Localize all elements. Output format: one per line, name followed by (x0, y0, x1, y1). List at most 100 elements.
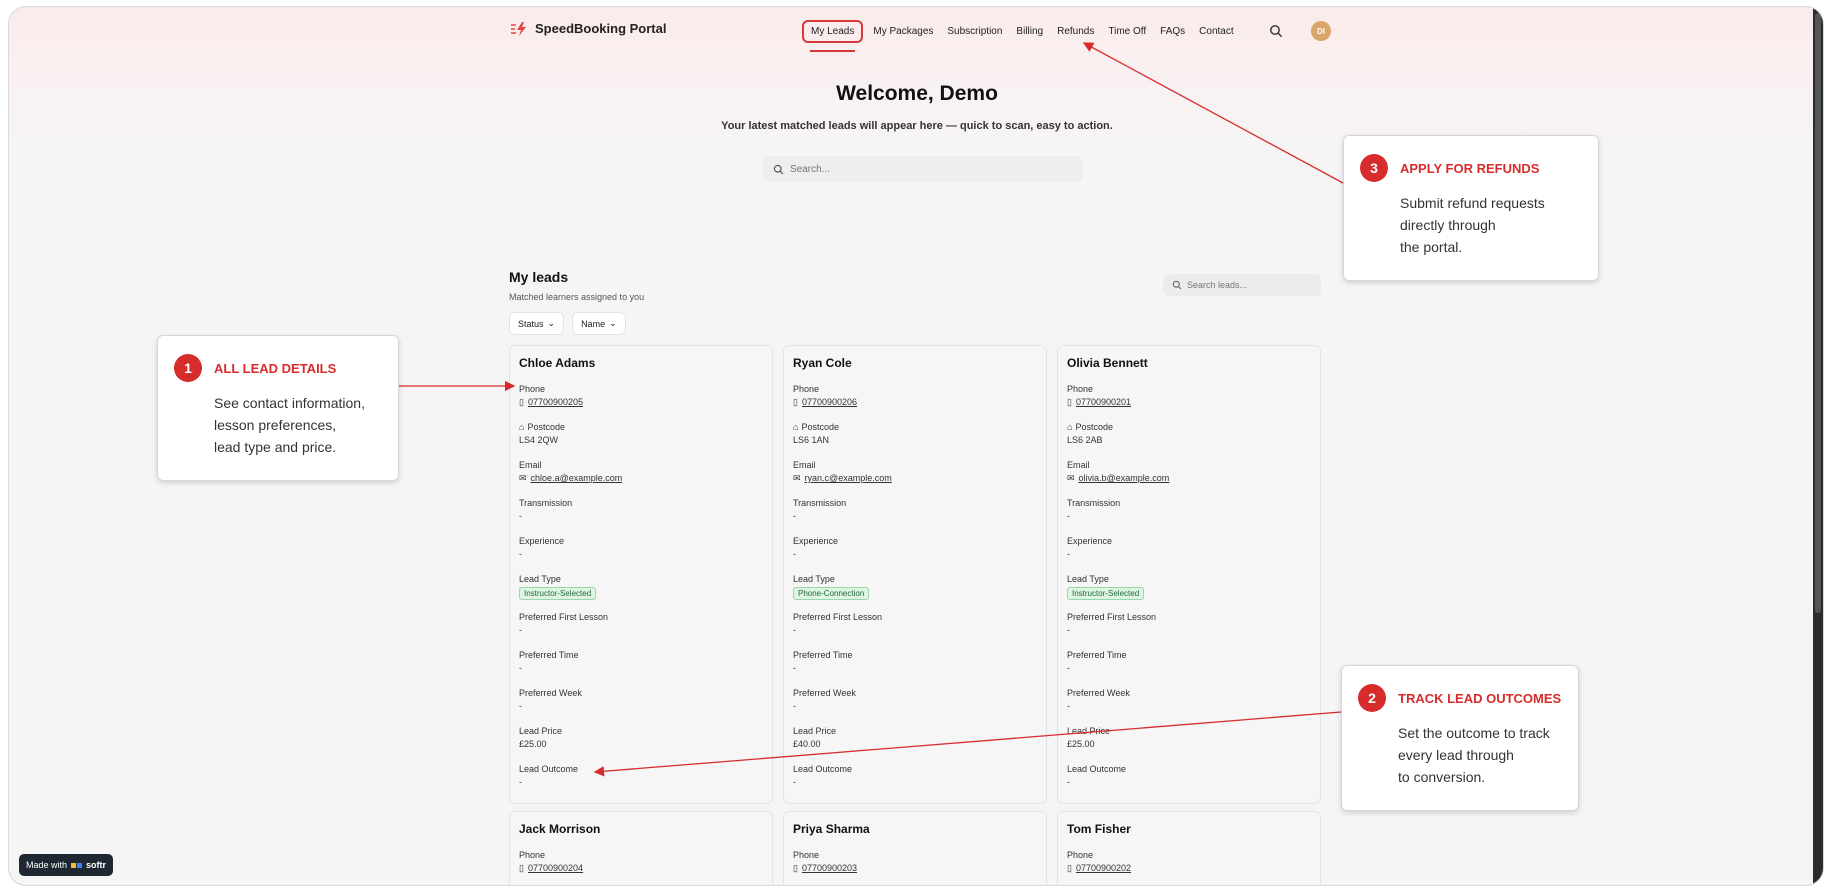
field-label: Preferred Time (793, 650, 853, 660)
phone-value[interactable]: ▯ 07700900204 (519, 863, 763, 885)
email-value[interactable]: ✉ ryan.c@example.com (793, 473, 1037, 495)
brand-logo[interactable]: SpeedBooking Portal (511, 21, 666, 36)
nav-billing[interactable]: Billing (1010, 21, 1049, 42)
leads-search-input[interactable] (1187, 280, 1307, 290)
lead-card[interactable]: Chloe Adams Phone ▯ 07700900205 ⌂ Postcode… (509, 345, 773, 804)
email-link[interactable]: ryan.c@example.com (805, 473, 892, 483)
postcode-value: LS6 2AB (1067, 435, 1103, 445)
callout-line: directly through (1400, 217, 1496, 233)
made-with-softr-badge[interactable]: Made with softr (19, 854, 114, 876)
first-lesson-value: - (519, 625, 522, 635)
phone-link[interactable]: 07700900205 (528, 397, 583, 407)
field-label: Lead Price (1067, 726, 1111, 736)
lead-name: Ryan Cole (793, 356, 852, 370)
lead-card[interactable]: Olivia Bennett Phone ▯ 07700900201 ⌂ Postc… (1057, 345, 1321, 804)
phone-link[interactable]: 07700900204 (528, 863, 583, 873)
home-icon: ⌂ (519, 422, 525, 432)
field-label: Phone (519, 384, 546, 394)
field-label: Preferred Week (1067, 688, 1130, 698)
mail-icon: ✉ (519, 473, 527, 483)
field-label: Lead Type (519, 574, 561, 584)
outcome-value[interactable]: - (519, 777, 763, 799)
phone-icon: ▯ (519, 863, 524, 873)
phone-icon: ▯ (1067, 397, 1072, 407)
lead-card[interactable]: Priya Sharma Phone ▯ 07700900203 (783, 811, 1047, 885)
callout-body: See contact information, lesson preferen… (214, 392, 382, 458)
nav-my-packages[interactable]: My Packages (867, 21, 939, 42)
field-label: Preferred Week (793, 688, 856, 698)
name-filter[interactable]: Name ⌄ (572, 312, 626, 335)
lead-name: Olivia Bennett (1067, 356, 1148, 370)
lead-type-value: Instructor-Selected (519, 587, 763, 609)
phone-link[interactable]: 07700900202 (1076, 863, 1131, 873)
email-value[interactable]: ✉ chloe.a@example.com (519, 473, 763, 495)
phone-link[interactable]: 07700900206 (802, 397, 857, 407)
outcome-value[interactable]: - (793, 777, 1037, 799)
callout-line: the portal. (1400, 239, 1463, 255)
field-label: Preferred Time (1067, 650, 1127, 660)
email-link[interactable]: olivia.b@example.com (1079, 473, 1170, 483)
search-input[interactable] (790, 163, 1050, 175)
callout-line: lead type and price. (214, 439, 337, 455)
lead-card[interactable]: Ryan Cole Phone ▯ 07700900206 ⌂ Postcode L… (783, 345, 1047, 804)
phone-value[interactable]: ▯ 07700900201 (1067, 397, 1311, 419)
experience-value: - (519, 549, 522, 559)
softr-logo-icon (71, 862, 83, 868)
experience-value: - (1067, 549, 1070, 559)
nav-refunds[interactable]: Refunds (1051, 21, 1100, 42)
field-label: Phone (1067, 384, 1094, 394)
field-label: Experience (519, 536, 565, 546)
mail-icon: ✉ (1067, 473, 1075, 483)
callout-title: APPLY FOR REFUNDS (1400, 160, 1540, 176)
section-subtitle: Matched learners assigned to you (509, 292, 645, 302)
field-label: Transmission (1067, 498, 1121, 508)
field-label: Preferred First Lesson (519, 612, 609, 622)
search-icon[interactable] (1269, 24, 1283, 38)
field-label: Phone (1067, 850, 1094, 860)
lead-type-value: Instructor-Selected (1067, 587, 1311, 609)
week-value: - (793, 701, 796, 711)
nav-faqs[interactable]: FAQs (1154, 21, 1191, 42)
status-filter[interactable]: Status ⌄ (509, 312, 565, 335)
leads-search[interactable] (1163, 274, 1321, 296)
lead-card[interactable]: Jack Morrison Phone ▯ 07700900204 (509, 811, 773, 885)
lead-type-badge: Phone-Connection (793, 587, 870, 600)
phone-value[interactable]: ▯ 07700900203 (793, 863, 1037, 885)
scrollbar-thumb[interactable] (1815, 13, 1821, 613)
arrow-refunds (1082, 42, 1344, 184)
phone-link[interactable]: 07700900201 (1076, 397, 1131, 407)
phone-link[interactable]: 07700900203 (802, 863, 857, 873)
scrollbar[interactable] (1813, 7, 1823, 885)
callout-refunds: 3 APPLY FOR REFUNDS Submit refund reques… (1343, 135, 1599, 281)
phone-value[interactable]: ▯ 07700900205 (519, 397, 763, 419)
phone-value[interactable]: ▯ 07700900202 (1067, 863, 1311, 885)
page-subtitle: Your latest matched leads will appear he… (721, 120, 1113, 132)
callout-body: Set the outcome to track every lead thro… (1398, 722, 1562, 788)
transmission-value: - (1067, 511, 1070, 521)
field-label: Lead Outcome (519, 764, 579, 774)
outcome-value[interactable]: - (1067, 777, 1311, 799)
status-filter-label: Status (518, 318, 544, 329)
field-label: Email (793, 460, 816, 470)
nav-time-off[interactable]: Time Off (1102, 21, 1152, 42)
badge-label: Made with (26, 860, 68, 870)
field-label: ⌂ Postcode (1067, 419, 1311, 435)
avatar[interactable]: DI (1311, 21, 1331, 41)
transmission-value: - (793, 511, 796, 521)
callout-number: 3 (1360, 154, 1388, 182)
lead-card[interactable]: Tom Fisher Phone ▯ 07700900202 (1057, 811, 1321, 885)
nav-my-leads[interactable]: My Leads (802, 20, 864, 52)
email-value[interactable]: ✉ olivia.b@example.com (1067, 473, 1311, 495)
field-label: Lead Price (519, 726, 563, 736)
callout-line: See contact information, (214, 395, 365, 411)
field-label: Phone (793, 384, 820, 394)
callout-line: to conversion. (1398, 769, 1486, 785)
phone-value[interactable]: ▯ 07700900206 (793, 397, 1037, 419)
postcode-label: Postcode (527, 422, 565, 432)
email-link[interactable]: chloe.a@example.com (531, 473, 623, 483)
field-label: Email (519, 460, 542, 470)
nav-contact[interactable]: Contact (1193, 21, 1239, 42)
postcode-value: LS4 2QW (519, 435, 559, 445)
nav-subscription[interactable]: Subscription (941, 21, 1008, 42)
global-search[interactable] (763, 156, 1083, 182)
